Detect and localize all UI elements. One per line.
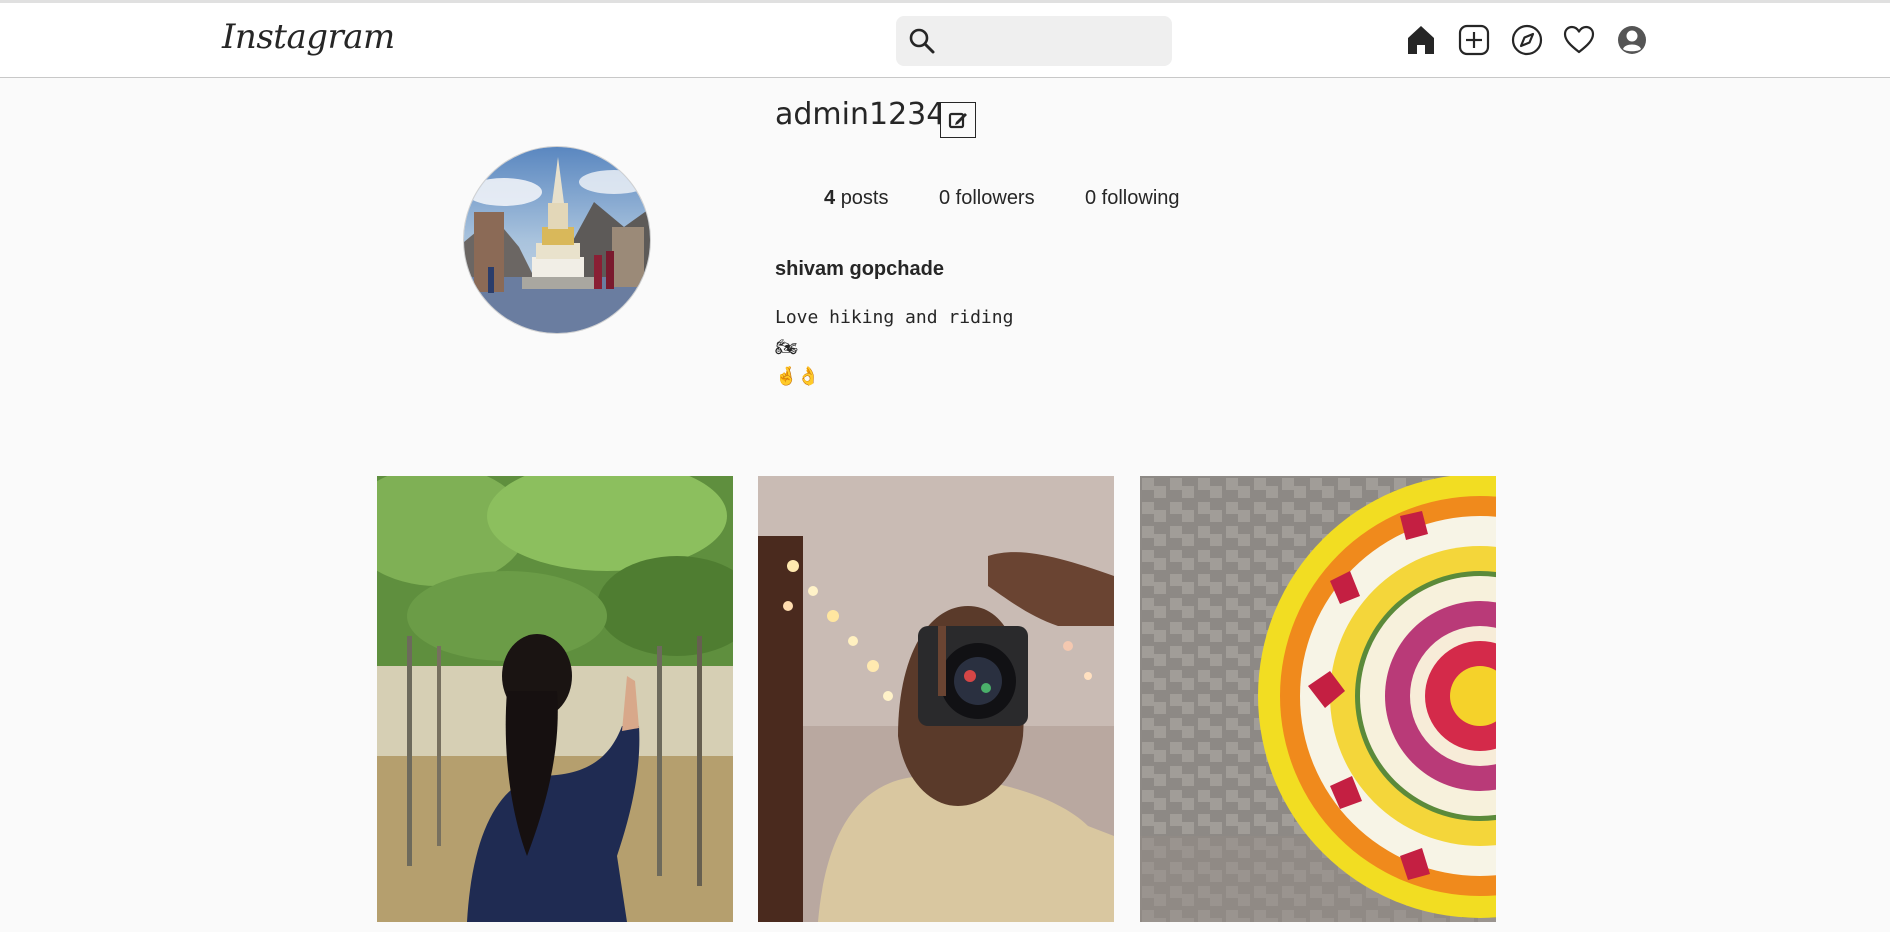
- flower-rangoli-photo: [1140, 476, 1496, 922]
- instagram-logo[interactable]: Instagram: [222, 17, 395, 57]
- profile-username: admin1234: [775, 97, 946, 132]
- bio-hand-emojis: 🤞👌: [775, 366, 820, 386]
- camera-selfie-photo: [758, 476, 1114, 922]
- bio-text: Love hiking and riding: [775, 307, 1014, 328]
- profile-icon[interactable]: [1615, 23, 1649, 57]
- posts-count-value: 4: [824, 187, 836, 209]
- profile-avatar[interactable]: [463, 146, 651, 334]
- profile-full-name: shivam gopchade: [775, 258, 944, 280]
- avatar-stupa-photo: [464, 147, 650, 333]
- post-thumbnail-2[interactable]: [758, 476, 1114, 922]
- following-stat[interactable]: 0 following: [1085, 187, 1180, 210]
- search-input[interactable]: [942, 26, 1162, 56]
- post-thumbnail-1[interactable]: [377, 476, 733, 922]
- home-icon[interactable]: [1404, 23, 1438, 57]
- activity-heart-icon[interactable]: [1562, 23, 1596, 57]
- posts-count-stat: 4 posts: [824, 187, 889, 210]
- followers-stat[interactable]: 0 followers: [939, 187, 1035, 210]
- new-post-icon[interactable]: [1457, 23, 1491, 57]
- top-navbar: Instagram: [0, 3, 1890, 78]
- bio-motorbike-emoji: 🏍: [775, 337, 798, 357]
- search-box[interactable]: [896, 16, 1172, 66]
- person-in-vineyard-photo: [377, 476, 733, 922]
- posts-count-label: posts: [840, 187, 889, 209]
- post-thumbnail-3[interactable]: [1140, 476, 1496, 922]
- edit-icon: [948, 112, 967, 129]
- edit-profile-button[interactable]: [940, 102, 976, 138]
- search-icon: [909, 28, 935, 54]
- explore-icon[interactable]: [1510, 23, 1544, 57]
